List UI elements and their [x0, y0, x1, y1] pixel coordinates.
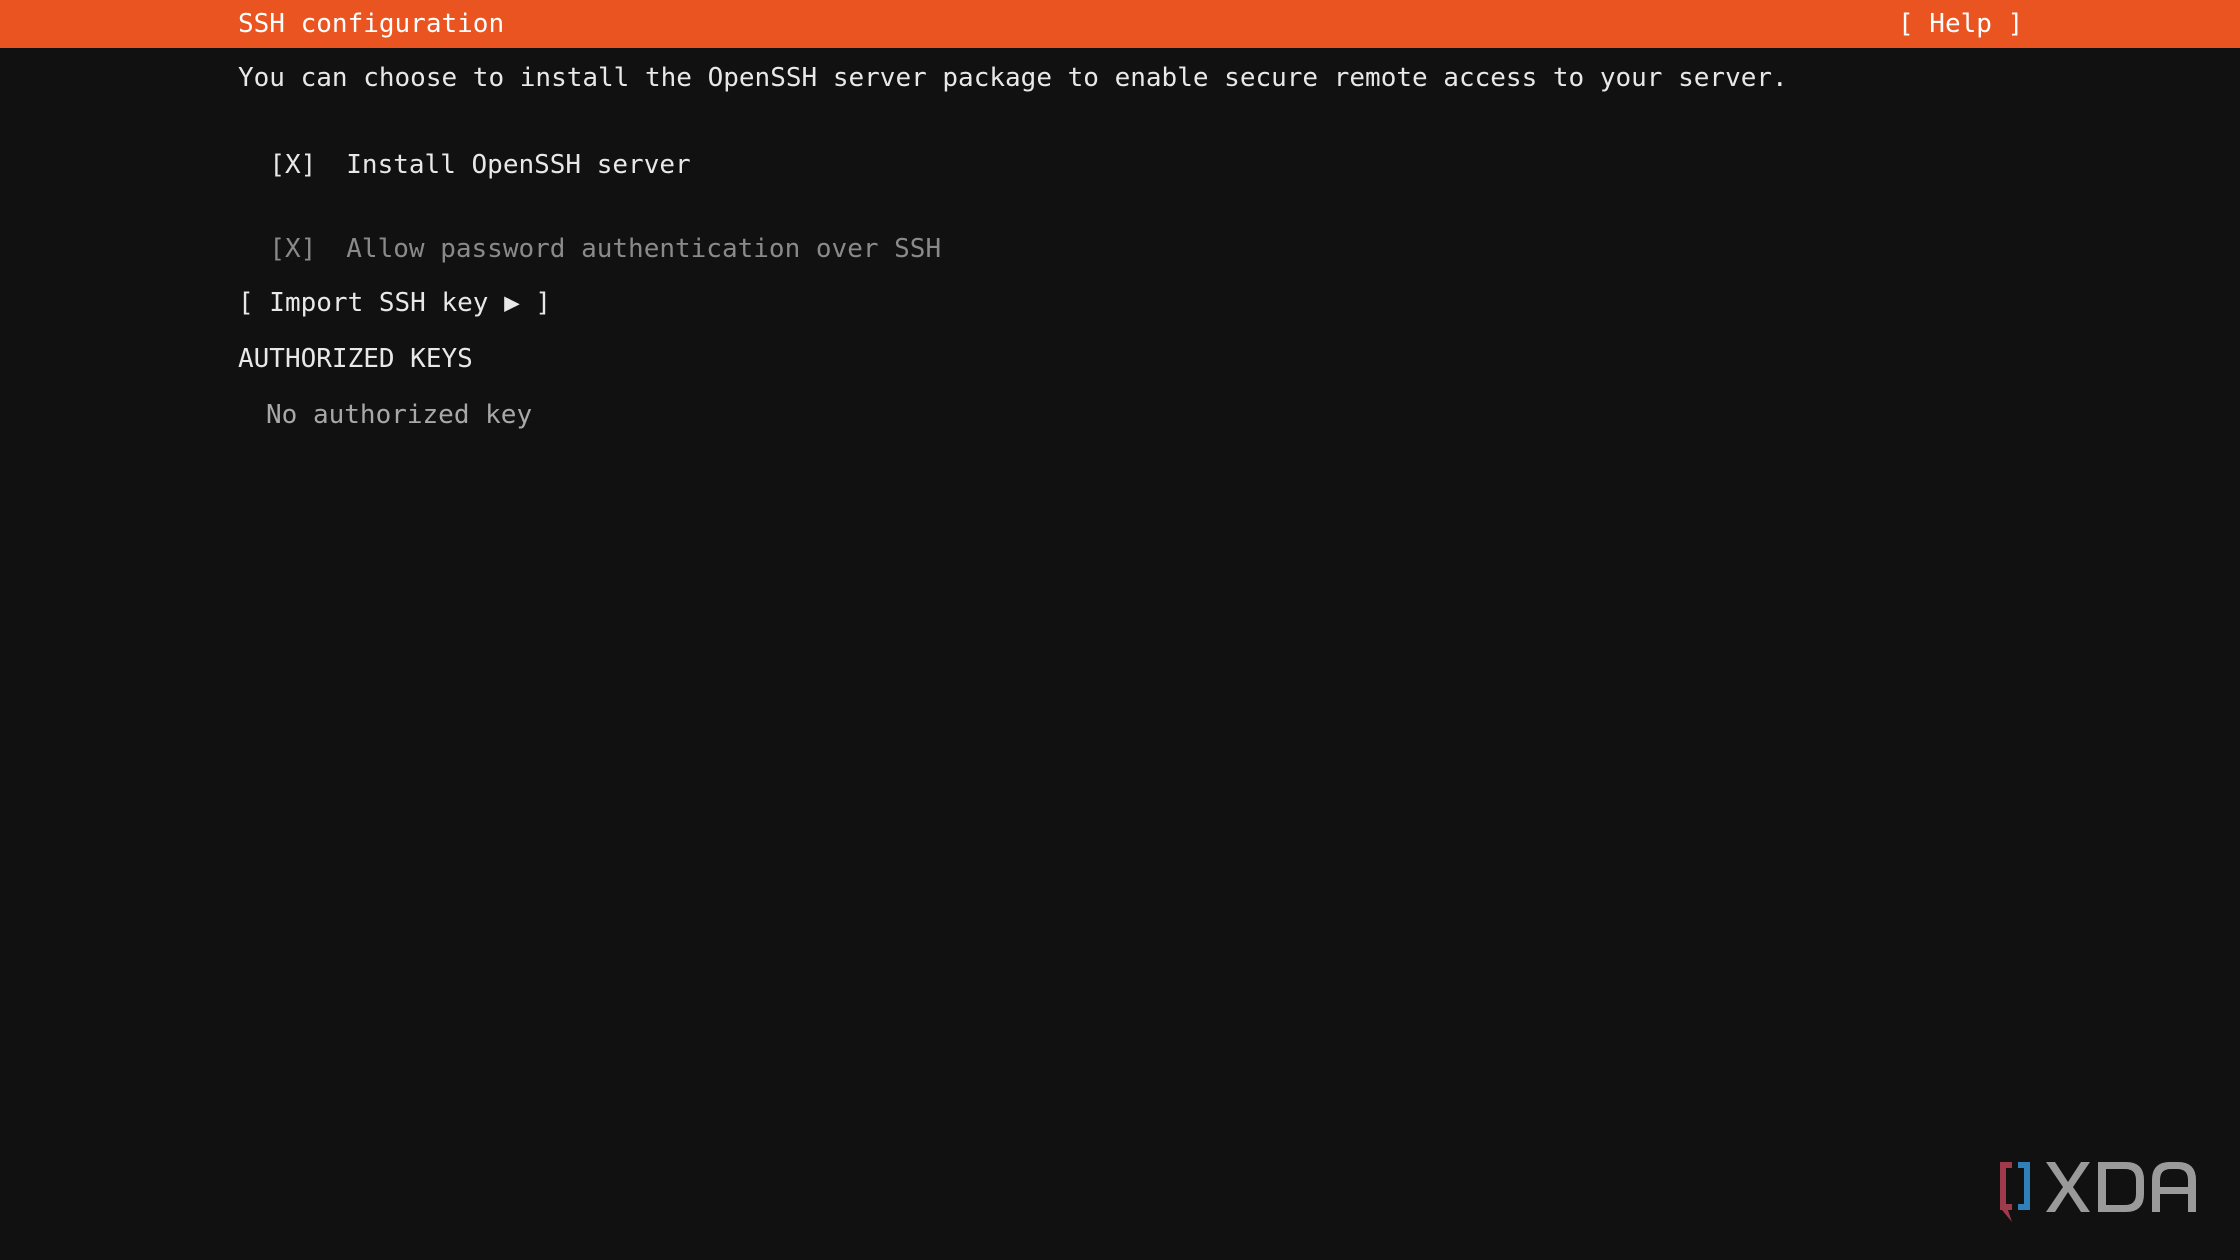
title-bar: SSH configuration [ Help ]	[0, 0, 2240, 48]
install-openssh-label: Install OpenSSH server	[346, 150, 691, 180]
no-authorized-key-text: No authorized key	[266, 400, 533, 430]
description-text: You can choose to install the OpenSSH se…	[238, 63, 1788, 93]
allow-password-checkbox[interactable]: [X]	[269, 234, 316, 264]
help-button[interactable]: [ Help ]	[1898, 9, 2023, 39]
authorized-keys-heading: AUTHORIZED KEYS	[238, 344, 473, 374]
page-title: SSH configuration	[238, 9, 505, 39]
install-openssh-checkbox-mark: [X]	[269, 150, 317, 180]
allow-password-checkbox-mark: [X]	[269, 234, 317, 264]
allow-password-label: Allow password authentication over SSH	[346, 234, 942, 264]
allow-password-option[interactable]: [X] Allow password authentication over SS…	[238, 204, 941, 264]
install-openssh-option[interactable]: [X] Install OpenSSH server	[238, 120, 691, 180]
install-openssh-checkbox[interactable]: [X]	[269, 150, 316, 180]
import-ssh-key-button[interactable]: [ Import SSH key ▶ ]	[238, 288, 551, 318]
xda-logo-icon	[2000, 1162, 2196, 1222]
